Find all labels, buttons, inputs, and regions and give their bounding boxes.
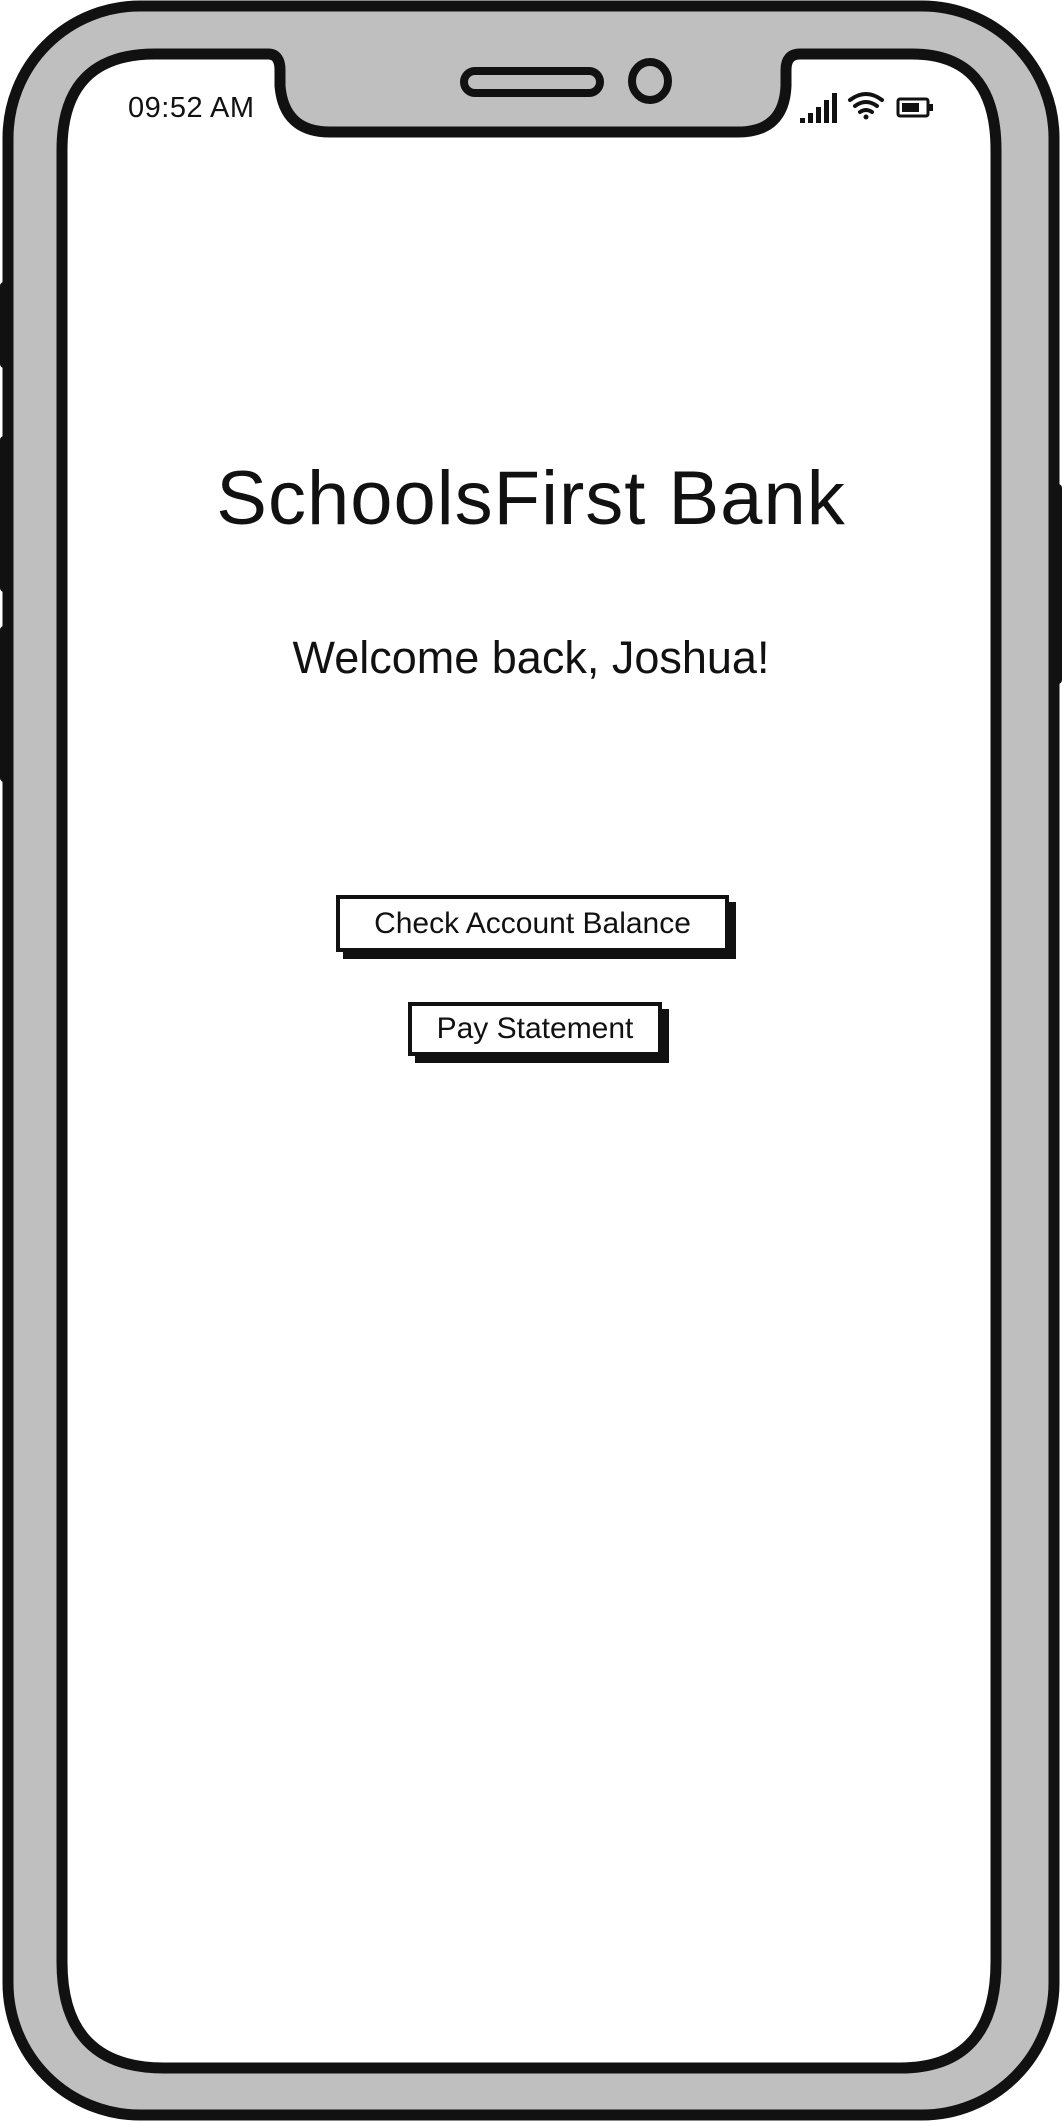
check-account-balance-button[interactable]: Check Account Balance — [336, 895, 729, 952]
signal-icon — [800, 93, 837, 123]
phone-frame — [0, 0, 1062, 2121]
status-icons — [800, 92, 933, 123]
pay-statement-button[interactable]: Pay Statement — [408, 1002, 662, 1056]
status-time: 09:52 AM — [128, 92, 255, 124]
front-camera — [628, 58, 672, 104]
battery-icon — [896, 97, 933, 118]
wifi-icon — [848, 92, 884, 120]
phone-screen — [56, 48, 1002, 2074]
welcome-message: Welcome back, Joshua! — [292, 632, 770, 683]
speaker-grill — [460, 67, 604, 97]
app-title: SchoolsFirst Bank — [216, 456, 846, 541]
phone-mockup: 09:52 AM SchoolsFirst Bank Welcome back,… — [0, 0, 1062, 2123]
